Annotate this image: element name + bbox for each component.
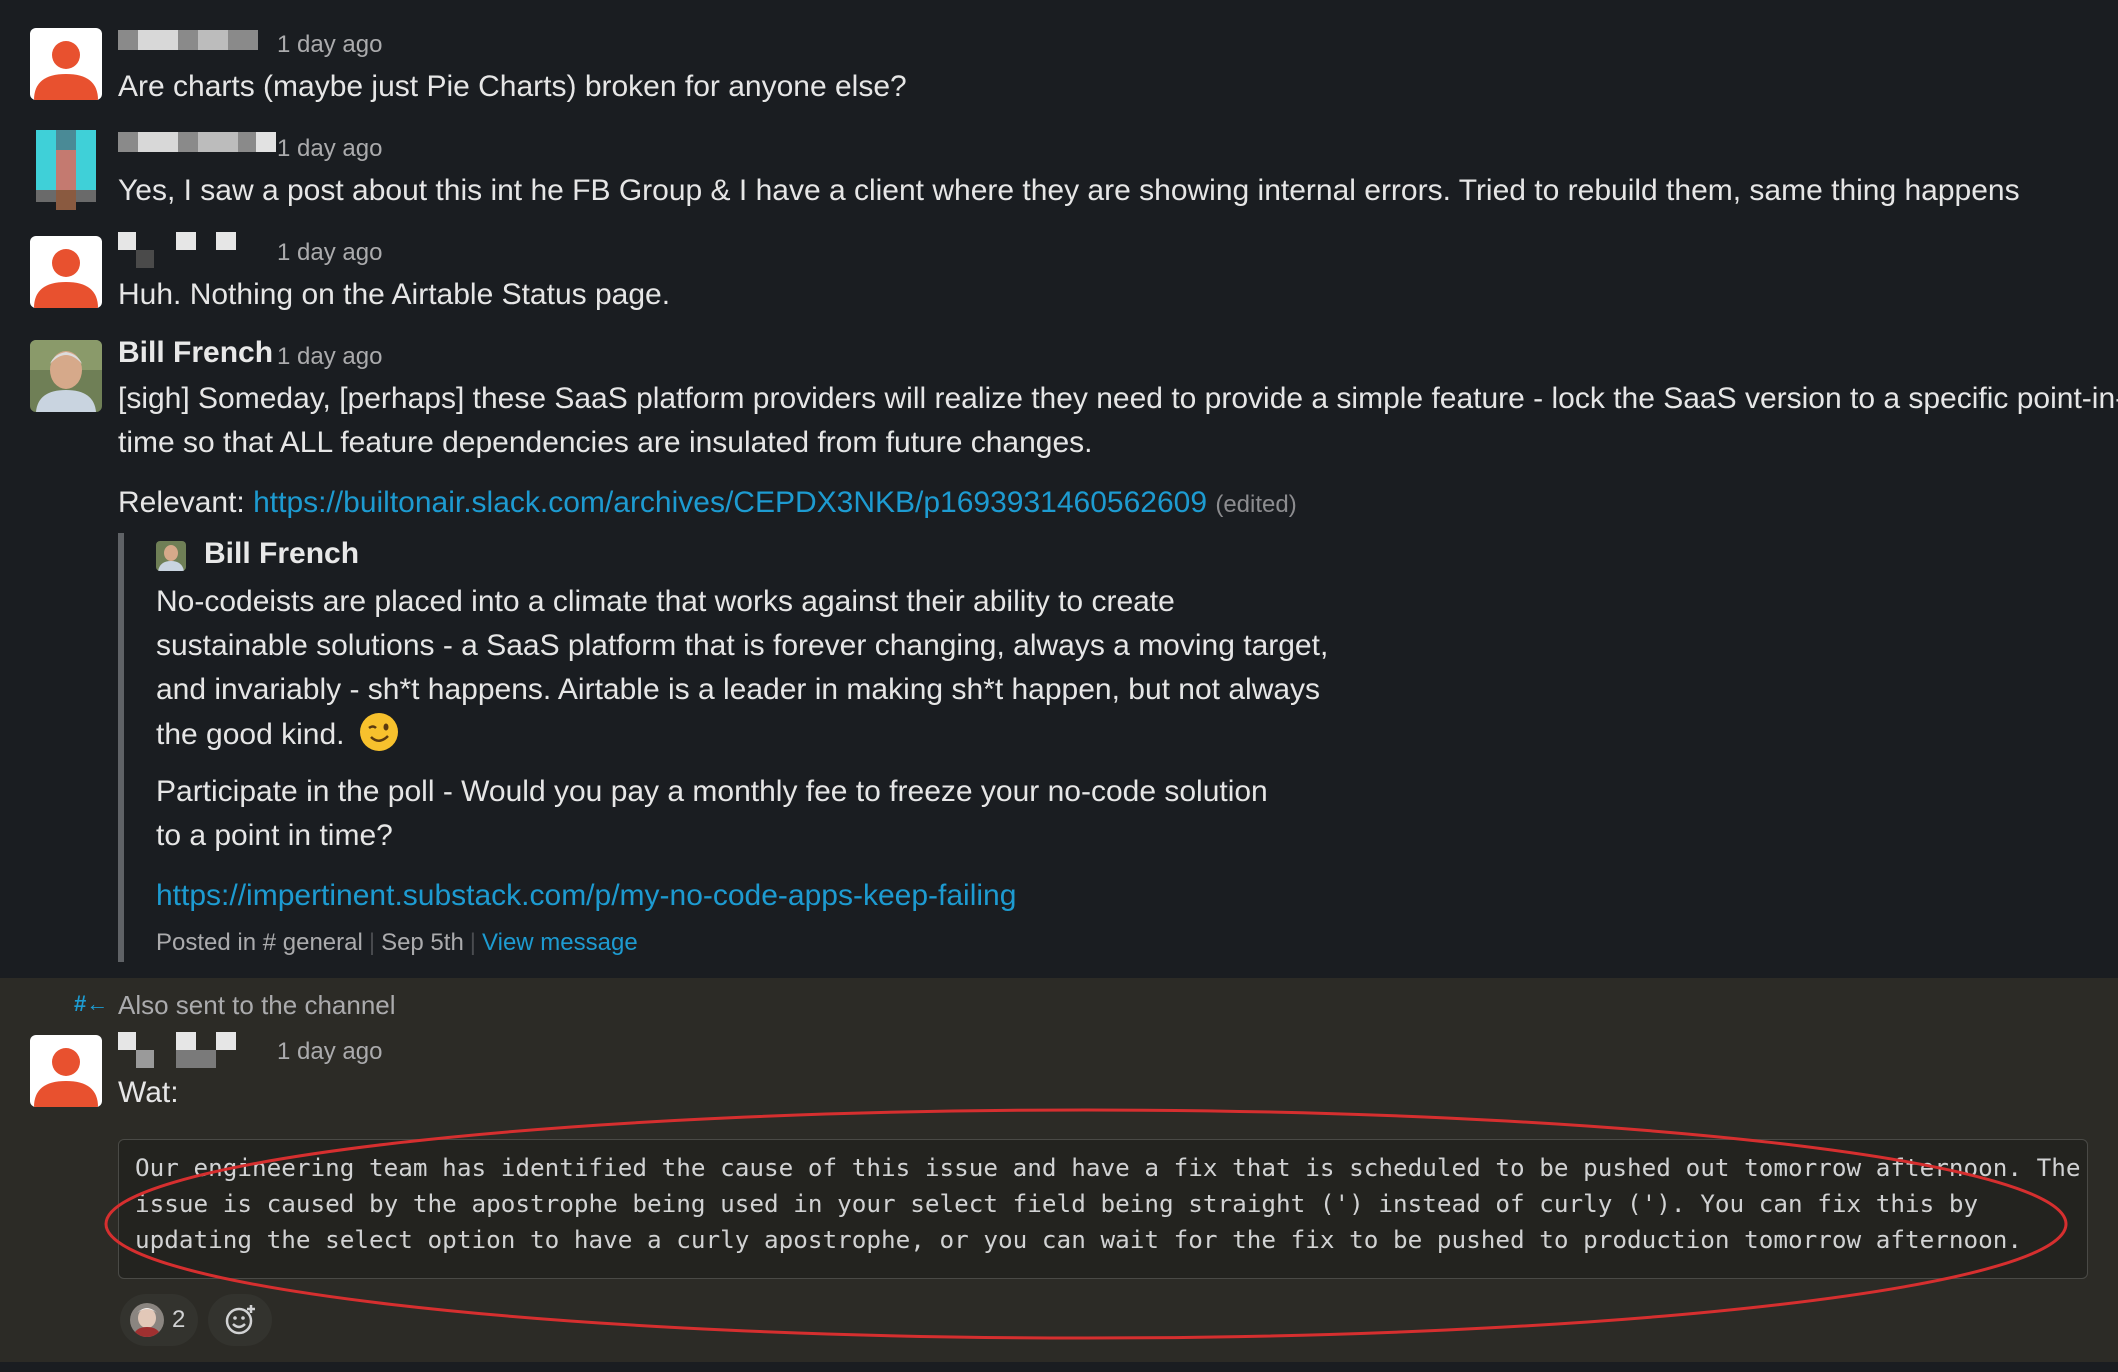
- default-avatar-icon[interactable]: [30, 236, 102, 308]
- message-text: Huh. Nothing on the Airtable Status page…: [118, 278, 671, 311]
- message-unfurl-quote[interactable]: Bill French No-codeists are placed into …: [118, 533, 1354, 962]
- add-reaction-icon: [224, 1303, 258, 1342]
- reaction-avatar-icon: [130, 1303, 164, 1337]
- code-block: Our engineering team has identified the …: [118, 1139, 2088, 1279]
- reaction-count: 2: [172, 1306, 186, 1333]
- message-timestamp[interactable]: 1 day ago: [277, 135, 382, 163]
- message-text: Are charts (maybe just Pie Charts) broke…: [118, 70, 907, 103]
- quote-text-line-5: Participate in the poll - Would you pay …: [156, 775, 1268, 808]
- quote-text-line-1: No-codeists are placed into a climate th…: [156, 585, 1175, 618]
- also-sent-label[interactable]: Also sent to the channel: [118, 990, 396, 1021]
- add-reaction-button[interactable]: [208, 1294, 272, 1346]
- also-sent-to-channel-icon: #←: [74, 991, 109, 1016]
- message-timestamp[interactable]: 1 day ago: [277, 239, 382, 267]
- quote-text-line-4: the good kind.: [156, 712, 399, 757]
- message-text-line-1: [sigh] Someday, [perhaps] these SaaS pla…: [118, 382, 2118, 415]
- edited-label: (edited): [1215, 491, 1297, 518]
- quote-text-line-2: sustainable solutions - a SaaS platform …: [156, 629, 1329, 662]
- redacted-author-name[interactable]: [118, 30, 258, 56]
- substack-link[interactable]: https://impertinent.substack.com/p/my-no…: [156, 879, 1016, 912]
- user-avatar[interactable]: [30, 340, 102, 412]
- message-text-line-2: time so that ALL feature dependencies ar…: [118, 426, 1093, 459]
- default-avatar-icon[interactable]: [30, 28, 102, 100]
- message-timestamp[interactable]: 1 day ago: [277, 343, 382, 371]
- quote-line-4-text: the good kind.: [156, 718, 345, 751]
- winking-face-emoji-icon: [359, 712, 399, 752]
- quote-date[interactable]: Sep 5th: [381, 929, 464, 956]
- redacted-author-name[interactable]: [118, 232, 238, 268]
- reaction-pill[interactable]: 2: [120, 1294, 198, 1346]
- default-avatar-icon[interactable]: [30, 1035, 102, 1107]
- quote-avatar[interactable]: [156, 541, 186, 571]
- message-timestamp[interactable]: 1 day ago: [277, 1038, 382, 1066]
- slack-archive-link[interactable]: https://builtonair.slack.com/archives/CE…: [253, 486, 1207, 519]
- quote-link-line: https://impertinent.substack.com/p/my-no…: [156, 874, 1016, 918]
- channel-link[interactable]: # general: [263, 929, 363, 956]
- user-avatar[interactable]: [36, 130, 96, 210]
- code-line-1: Our engineering team has identified the …: [135, 1153, 2081, 1182]
- redacted-author-name[interactable]: [118, 132, 278, 158]
- quote-text-line-3: and invariably - sh*t happens. Airtable …: [156, 673, 1321, 706]
- message-timestamp[interactable]: 1 day ago: [277, 31, 382, 59]
- message-text: Yes, I saw a post about this int he FB G…: [118, 174, 2020, 207]
- message-text: Wat:: [118, 1076, 179, 1109]
- author-name[interactable]: Bill French: [118, 336, 273, 370]
- posted-in-label: Posted in: [156, 929, 257, 956]
- quote-meta: Posted in # general | Sep 5th | View message: [156, 929, 638, 956]
- code-line-2: issue is caused by the apostrophe being …: [135, 1189, 1979, 1218]
- quote-text-line-6: to a point in time?: [156, 819, 393, 852]
- quote-author-name[interactable]: Bill French: [204, 537, 359, 571]
- redacted-author-name[interactable]: [118, 1032, 238, 1068]
- relevant-line: Relevant: https://builtonair.slack.com/a…: [118, 481, 1297, 527]
- code-line-3: updating the select option to have a cur…: [135, 1225, 2023, 1254]
- view-message-link[interactable]: View message: [482, 929, 638, 956]
- relevant-label: Relevant:: [118, 486, 245, 519]
